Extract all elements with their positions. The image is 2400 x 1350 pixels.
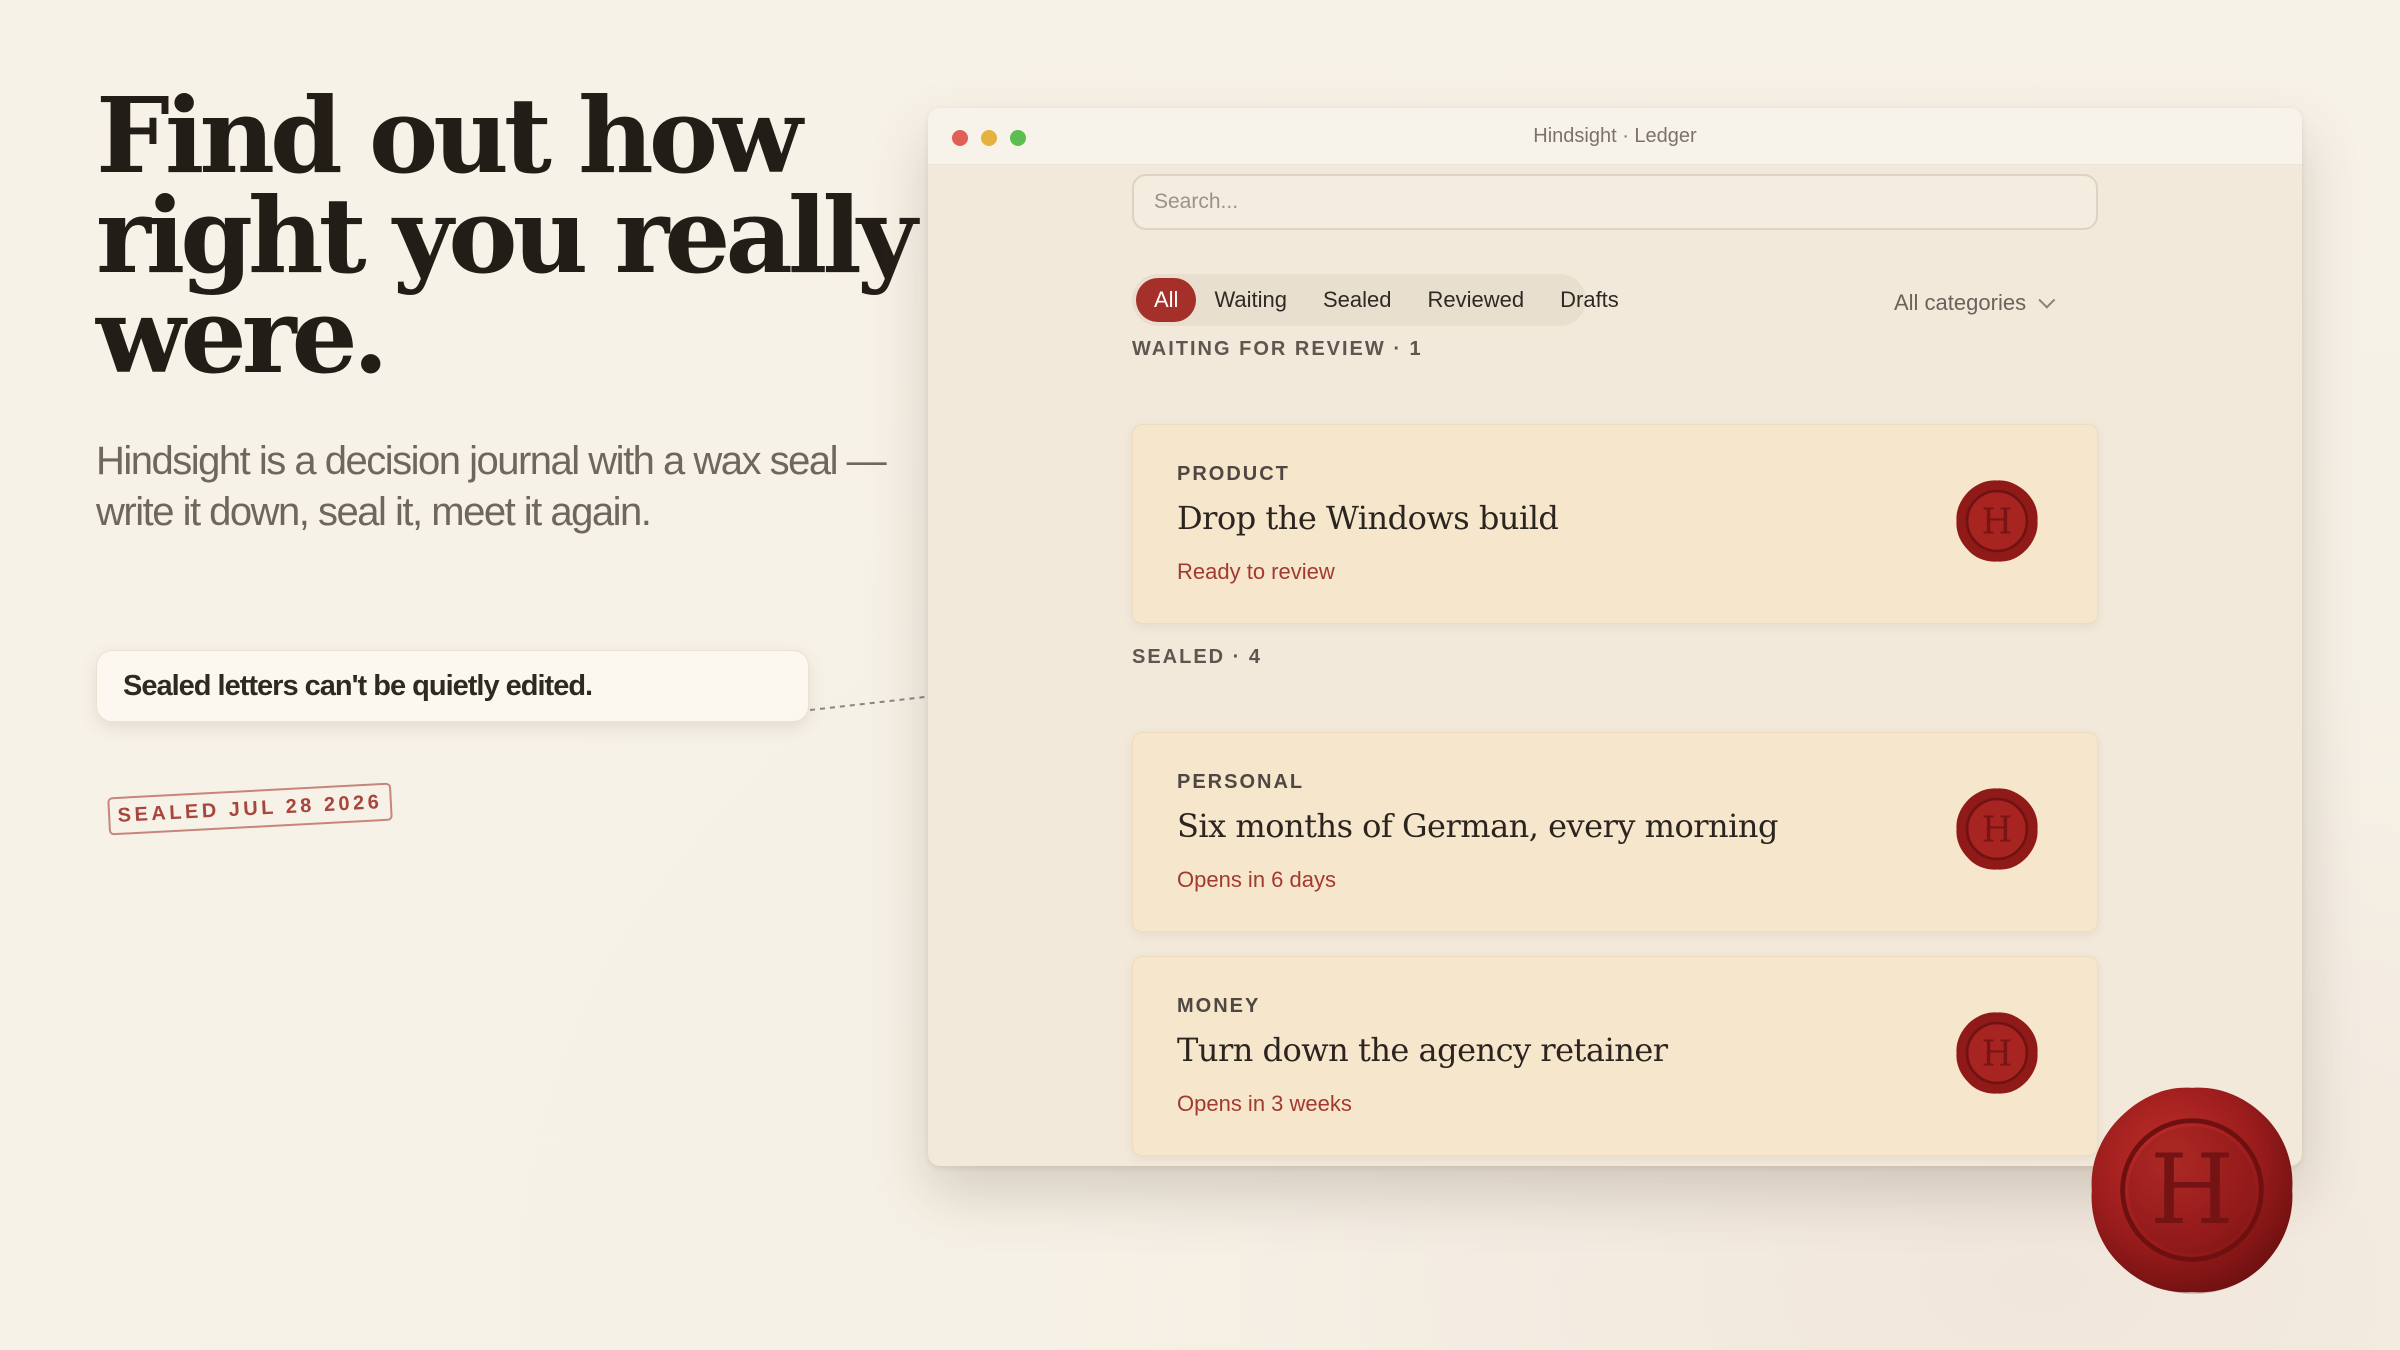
decision-card[interactable]: MONEY Turn down the agency retainer Open… <box>1132 956 2098 1156</box>
section-label-sealed: SEALED · 4 <box>1132 646 1263 668</box>
card-title: Six months of German, every morning <box>1177 807 1778 845</box>
card-category: PRODUCT <box>1177 463 1290 485</box>
card-title: Drop the Windows build <box>1177 499 1559 537</box>
callout-note: Sealed letters can't be quietly edited. <box>96 650 809 722</box>
tab-sealed[interactable]: Sealed <box>1305 278 1410 322</box>
search-input[interactable] <box>1132 174 2098 230</box>
callout-text: Sealed letters can't be quietly edited. <box>123 669 593 702</box>
filter-tabs: All Waiting Sealed Reviewed Drafts <box>1132 274 1619 326</box>
seal-letter: H <box>1982 501 2013 542</box>
hero-subtitle: Hindsight is a decision journal with a w… <box>96 439 887 534</box>
chevron-down-icon <box>2038 291 2056 309</box>
hero-title: Find out how right you really were. <box>96 74 917 397</box>
svg-text:H: H <box>2150 1134 2234 1246</box>
card-category: MONEY <box>1177 995 1261 1017</box>
card-status: Opens in 3 weeks <box>1177 1091 1352 1116</box>
wax-seal-icon: H <box>1956 480 2038 562</box>
card-category: PERSONAL <box>1177 771 1305 793</box>
window-titlebar: Hindsight · Ledger <box>928 108 2302 165</box>
card-status: Ready to review <box>1177 559 1335 584</box>
decision-card[interactable]: PERSONAL Six months of German, every mor… <box>1132 732 2098 932</box>
stamp-text: SEALED JUL 28 2026 <box>117 790 383 827</box>
decision-card[interactable]: PRODUCT Drop the Windows build Ready to … <box>1132 424 2098 624</box>
window-title: Hindsight · Ledger <box>1533 125 1697 147</box>
tab-waiting[interactable]: Waiting <box>1196 278 1305 322</box>
wax-seal-icon: H <box>1956 788 2038 870</box>
tab-drafts[interactable]: Drafts <box>1542 278 1637 322</box>
large-wax-seal-icon: H <box>2091 1087 2293 1295</box>
section-label-waiting: WAITING FOR REVIEW · 1 <box>1132 338 1423 360</box>
seal-letter: H <box>1982 809 2013 850</box>
category-label: All categories <box>1894 290 2027 315</box>
category-dropdown[interactable]: All categories <box>1894 290 2056 316</box>
tab-reviewed[interactable]: Reviewed <box>1410 278 1543 322</box>
tab-all[interactable]: All <box>1136 278 1197 322</box>
app-window: Hindsight · Ledger All Waiting Sealed Re… <box>928 108 2302 1166</box>
card-status: Opens in 6 days <box>1177 867 1336 892</box>
seal-letter: H <box>1982 1033 2013 1074</box>
sealed-date-stamp: SEALED JUL 28 2026 <box>107 782 393 836</box>
card-title: Turn down the agency retainer <box>1177 1031 1668 1069</box>
wax-seal-icon: H <box>1956 1012 2038 1094</box>
